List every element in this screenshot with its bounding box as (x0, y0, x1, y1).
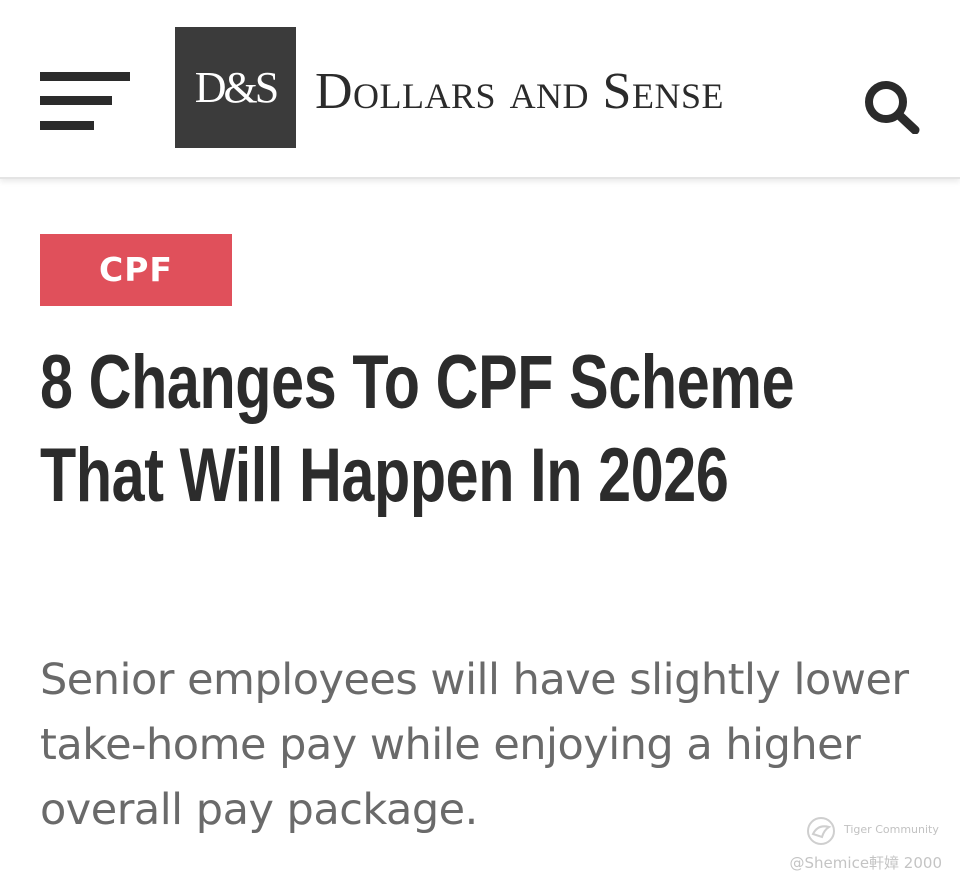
article-title: 8 Changes To CPF Scheme That Will Happen… (40, 340, 795, 518)
logo-mark-text: D&S (194, 63, 280, 112)
site-logo-mark[interactable]: D&S (175, 27, 296, 148)
tiger-community-watermark: Tiger Community (804, 815, 944, 847)
menu-bar-middle (40, 96, 112, 105)
category-badge[interactable]: CPF (40, 234, 232, 306)
article-subtitle: Senior employees will have slightly lowe… (40, 655, 909, 835)
search-button[interactable] (862, 78, 922, 135)
tiger-logo-icon (807, 817, 835, 845)
site-header: D&S Dollars and Sense (0, 0, 960, 179)
watermark-credit: @Shemice軒嫜 2000 (789, 854, 942, 872)
search-icon (865, 81, 920, 135)
watermark-logo-text: Tiger Community (844, 823, 939, 836)
site-logo-wordmark[interactable]: Dollars and Sense (315, 62, 724, 122)
hamburger-menu-button[interactable] (40, 72, 132, 132)
menu-bar-top (40, 72, 130, 81)
menu-bar-bottom (40, 121, 94, 130)
